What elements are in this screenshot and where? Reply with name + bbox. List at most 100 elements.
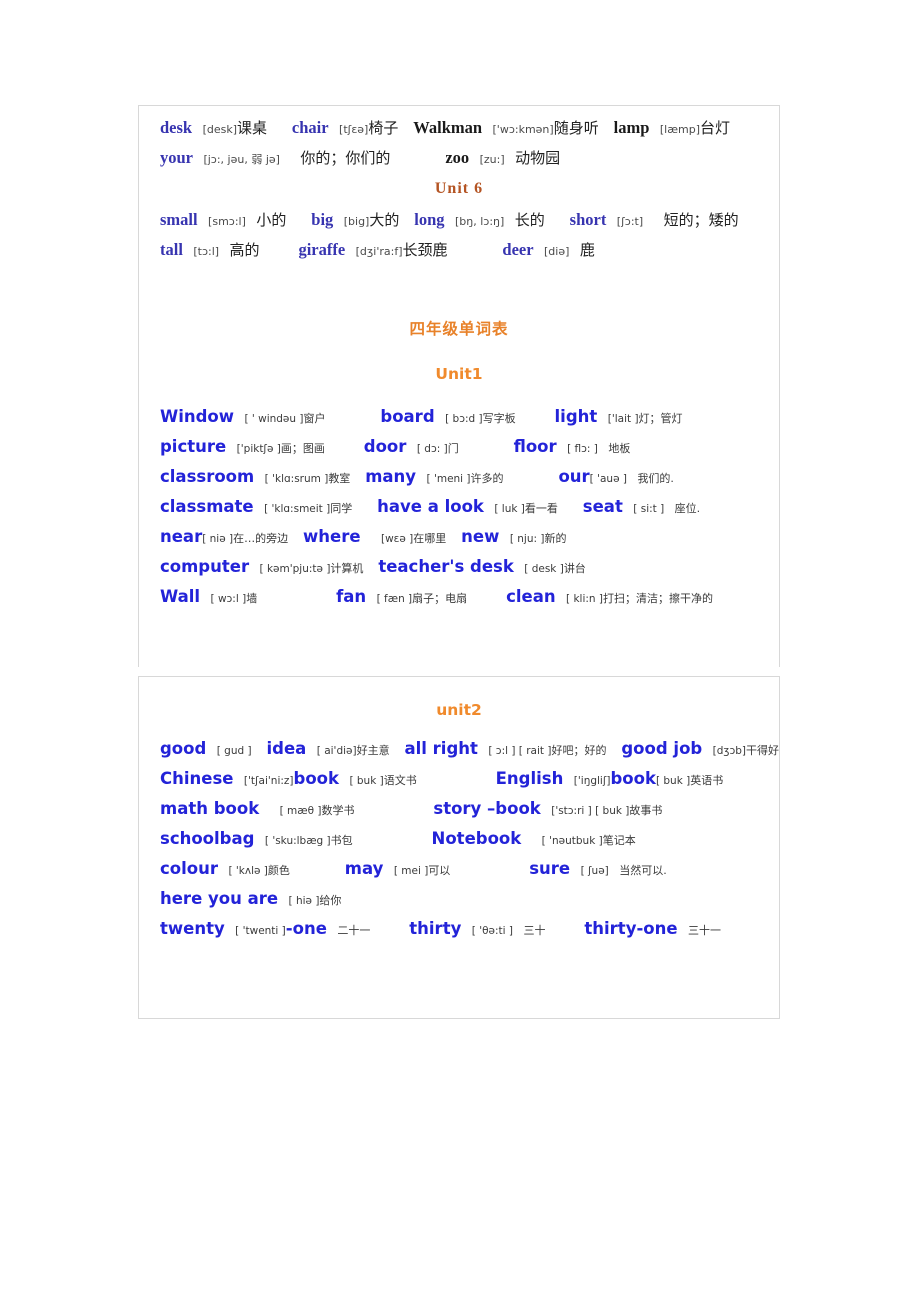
word-phonetic: [ niə ] [202,533,234,545]
word-phonetic: [ mei ] [393,865,429,877]
word-phonetic: [big] [343,215,370,228]
word-phonetic: [ bɔ:d ] [445,413,483,425]
word-meaning: 你的；你们的 [300,149,391,167]
word-meaning: 高的 [229,241,260,259]
word-meaning: 在哪里 [413,532,447,545]
word-meaning: 教室 [328,472,351,485]
word-meaning: 可以 [428,864,451,877]
word-meaning: 在…的旁边 [233,532,289,545]
word-term: have a look [377,497,484,516]
word-meaning: 语文书 [383,774,417,787]
word-phonetic: [bŋ, lɔ:ŋ] [454,215,505,228]
word-term: chair [291,118,329,137]
word-term: thirty [409,919,462,938]
word-term: Chinese [160,769,234,788]
word-phonetic: [ kəm'pju:tə ] [259,563,331,575]
word-meaning: 计算机 [330,562,364,575]
word-phonetic: [ ɔ:l ] [ rait ] [488,745,552,757]
word-phonetic: [ 'klɑ:srum ] [264,473,329,485]
word-phonetic: [ mæθ ] [279,805,322,817]
word-term: desk [160,118,193,137]
word-term: good job [621,739,703,758]
word-term: English [495,769,564,788]
word-meaning: 长颈鹿 [402,241,448,259]
word-phonetic: [ 'meni ] [426,473,471,485]
word-term: Notebook [431,829,522,848]
word-term: thirty-one [584,919,678,938]
word-phonetic: [zu:] [479,153,505,166]
word-phonetic: ['iŋgliʃ] [573,775,611,787]
word-meaning: 台灯 [699,119,730,137]
word-phonetic: [ gud ] [216,745,252,757]
word-term: classroom [160,467,255,486]
word-meaning: 长的 [514,211,545,229]
word-meaning: 我们的. [637,472,674,485]
word-term: math book [160,799,260,818]
word-meaning: 看一看 [524,502,558,515]
word-phonetic: [ desk ] [524,563,564,575]
word-phonetic: ['stɔ:ri ] [ buk ] [551,805,630,817]
word-term: sure [529,859,571,878]
word-meaning: 好吧；好的 [551,744,607,757]
word-row: Chinese ['tʃai'ni:z]book [ buk ]语文书 Engl… [149,769,769,788]
word-row: near[ niə ]在…的旁边 where [wɛə ]在哪里 new [ n… [149,527,769,546]
word-phonetic: [jɔ:, jəu, 弱 jə] [203,153,280,166]
word-term: light [554,407,598,426]
word-meaning: 英语书 [690,774,724,787]
word-term: book [610,769,656,788]
word-term: where [303,527,361,546]
word-phonetic: [ kli:n ] [566,593,604,605]
word-row: small [smɔ:l] 小的 big [big]大的 long [bŋ, l… [149,210,769,229]
word-term: -one [285,919,327,938]
unit-heading-6: Unit 6 [434,180,484,197]
word-term: tall [160,240,183,259]
word-term: twenty [160,919,225,938]
panel-bottom-spacer [149,951,769,991]
word-phonetic: [ ' windəu ] [244,413,304,425]
word-meaning: 给你 [319,894,342,907]
word-row: schoolbag [ 'sku:lbæg ]书包 Notebook [ 'nə… [149,829,769,848]
word-phonetic: [wɛə ] [381,533,414,545]
word-term: zoo [445,148,470,167]
unit-heading-1: Unit1 [435,365,483,383]
word-meaning: 故事书 [629,804,663,817]
word-phonetic: [ fæn ] [376,593,413,605]
grade4-title: 四年级单词表 [409,320,509,338]
word-term: classmate [160,497,254,516]
word-phonetic: [ ʃuə] [580,865,609,877]
word-row: Window [ ' windəu ]窗户 board [ bɔ:d ]写字板 … [149,407,769,426]
word-phonetic: [ buk ] [655,775,691,787]
word-term: computer [160,557,250,576]
word-meaning: 三十 [523,924,546,937]
word-term: Walkman [413,118,483,137]
word-term: new [461,527,500,546]
word-meaning: 短的；矮的 [663,211,739,229]
word-term: small [160,210,198,229]
word-term: picture [160,437,227,456]
word-phonetic: [desk] [202,123,237,136]
word-term: here you are [160,889,279,908]
word-term: door [363,437,407,456]
word-meaning: 灯；管灯 [638,412,683,425]
word-term: giraffe [298,240,346,259]
word-phonetic: [diə] [544,245,570,258]
word-row: classroom [ 'klɑ:srum ]教室 many [ 'meni ]… [149,467,769,486]
word-row: good [ gud ] idea [ ai'diə]好主意 all right… [149,739,779,758]
word-phonetic: [ si:t ] [633,503,665,515]
word-term: deer [502,240,534,259]
word-meaning: 书包 [330,834,353,847]
word-phonetic: [ buk ] [349,775,384,787]
word-phonetic: [ 'sku:lbæg ] [264,835,331,847]
word-phonetic: [dʒi'ra:f] [355,245,403,258]
word-meaning: 扇子；电扇 [412,592,468,605]
word-phonetic: [tʃɛə] [339,123,369,136]
word-term: near [160,527,203,546]
word-phonetic: [ dɔ: ] [416,443,448,455]
word-term: colour [160,859,218,878]
word-phonetic: [ 'nəutbuk ] [541,835,603,847]
word-meaning: 动物园 [515,149,561,167]
word-term: idea [266,739,307,758]
word-phonetic: [ luk ] [494,503,525,515]
word-term: all right [404,739,478,758]
word-phonetic: [ wɔ:l ] [210,593,247,605]
